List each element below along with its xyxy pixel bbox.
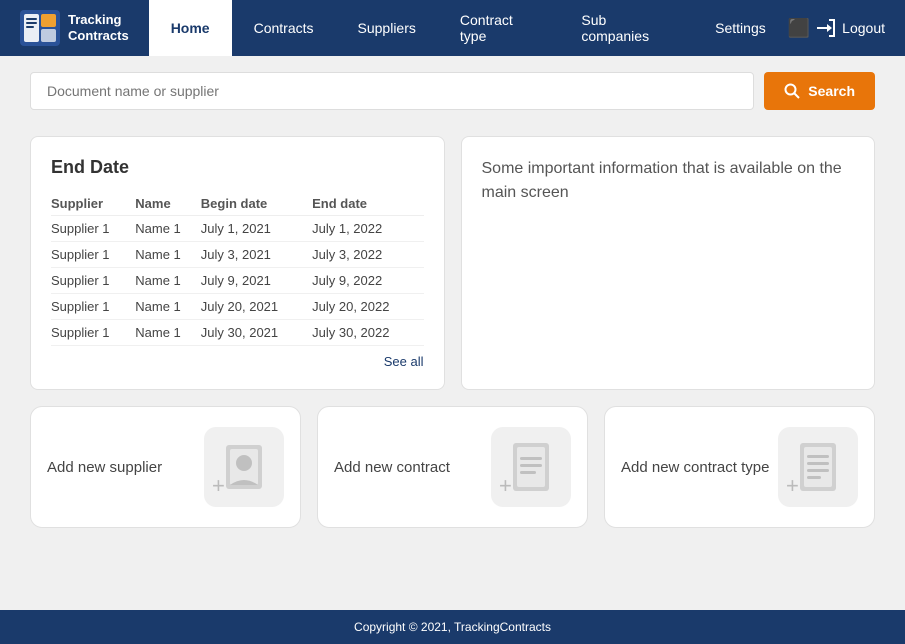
tab-settings[interactable]: Settings (693, 0, 788, 56)
info-text: Some important information that is avail… (482, 157, 855, 205)
search-button-label: Search (808, 83, 855, 99)
tab-suppliers[interactable]: Suppliers (336, 0, 438, 56)
add-supplier-card[interactable]: Add new supplier + (30, 406, 301, 528)
tab-home[interactable]: Home (149, 0, 232, 56)
plus-icon-contract: + (499, 473, 512, 499)
contract-type-icon-bg: + (778, 427, 858, 507)
add-supplier-label: Add new supplier (47, 459, 162, 476)
col-name: Name (135, 192, 201, 216)
footer: Copyright © 2021, TrackingContracts (0, 610, 905, 644)
tab-contracts[interactable]: Contracts (232, 0, 336, 56)
plus-icon-supplier: + (212, 473, 225, 499)
col-supplier: Supplier (51, 192, 135, 216)
table-row: Supplier 1Name 1July 3, 2021July 3, 2022 (51, 242, 424, 268)
table-row: Supplier 1Name 1July 1, 2021July 1, 2022 (51, 216, 424, 242)
contract-icon-bg: + (491, 427, 571, 507)
document-lines-icon (796, 441, 840, 493)
col-end-date: End date (312, 192, 423, 216)
table-row: Supplier 1Name 1July 9, 2021July 9, 2022 (51, 268, 424, 294)
supplier-icon-area: + (204, 427, 284, 507)
tab-contract-type[interactable]: Contract type (438, 0, 559, 56)
add-contract-type-card[interactable]: Add new contract type + (604, 406, 875, 528)
search-input[interactable] (30, 72, 754, 110)
search-icon (784, 83, 800, 99)
logo: Tracking Contracts (20, 10, 129, 46)
search-area: Search (0, 56, 905, 126)
logout-button[interactable]: ⬛ Logout (788, 18, 885, 39)
tab-sub-companies[interactable]: Sub companies (559, 0, 693, 56)
see-all-link[interactable]: See all (51, 354, 424, 369)
add-contract-type-label: Add new contract type (621, 459, 769, 476)
search-button[interactable]: Search (764, 72, 875, 110)
logout-arrow-icon (816, 18, 836, 38)
col-begin-date: Begin date (201, 192, 312, 216)
info-panel: Some important information that is avail… (461, 136, 876, 390)
logout-label: Logout (842, 20, 885, 36)
end-date-title: End Date (51, 157, 424, 178)
logo-text: Tracking Contracts (68, 12, 129, 43)
contract-type-icon-area: + (778, 427, 858, 507)
table-row: Supplier 1Name 1July 30, 2021July 30, 20… (51, 320, 424, 346)
table-row: Supplier 1Name 1July 20, 2021July 20, 20… (51, 294, 424, 320)
contract-icon-area: + (491, 427, 571, 507)
header: Tracking Contracts Home Contracts Suppli… (0, 0, 905, 56)
nav-tabs: Home Contracts Suppliers Contract type S… (149, 0, 788, 56)
add-contract-label: Add new contract (334, 459, 450, 476)
person-icon (222, 441, 266, 493)
logo-icon (20, 10, 60, 46)
add-contract-card[interactable]: Add new contract + (317, 406, 588, 528)
end-date-table: Supplier Name Begin date End date Suppli… (51, 192, 424, 346)
supplier-icon-bg: + (204, 427, 284, 507)
footer-text: Copyright © 2021, TrackingContracts (354, 620, 551, 634)
plus-icon-contract-type: + (786, 473, 799, 499)
logout-icon: ⬛ (788, 18, 810, 39)
action-cards: Add new supplier + Add new contract (0, 406, 905, 548)
main-content: End Date Supplier Name Begin date End da… (0, 126, 905, 406)
end-date-panel: End Date Supplier Name Begin date End da… (30, 136, 445, 390)
document-icon (509, 441, 553, 493)
